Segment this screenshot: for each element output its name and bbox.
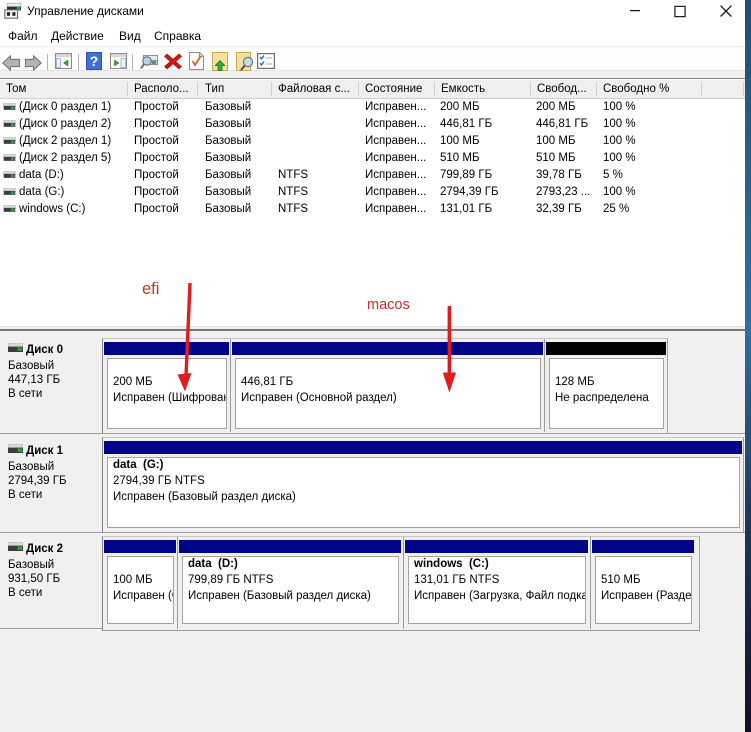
svg-text:?: ? [90,53,99,69]
